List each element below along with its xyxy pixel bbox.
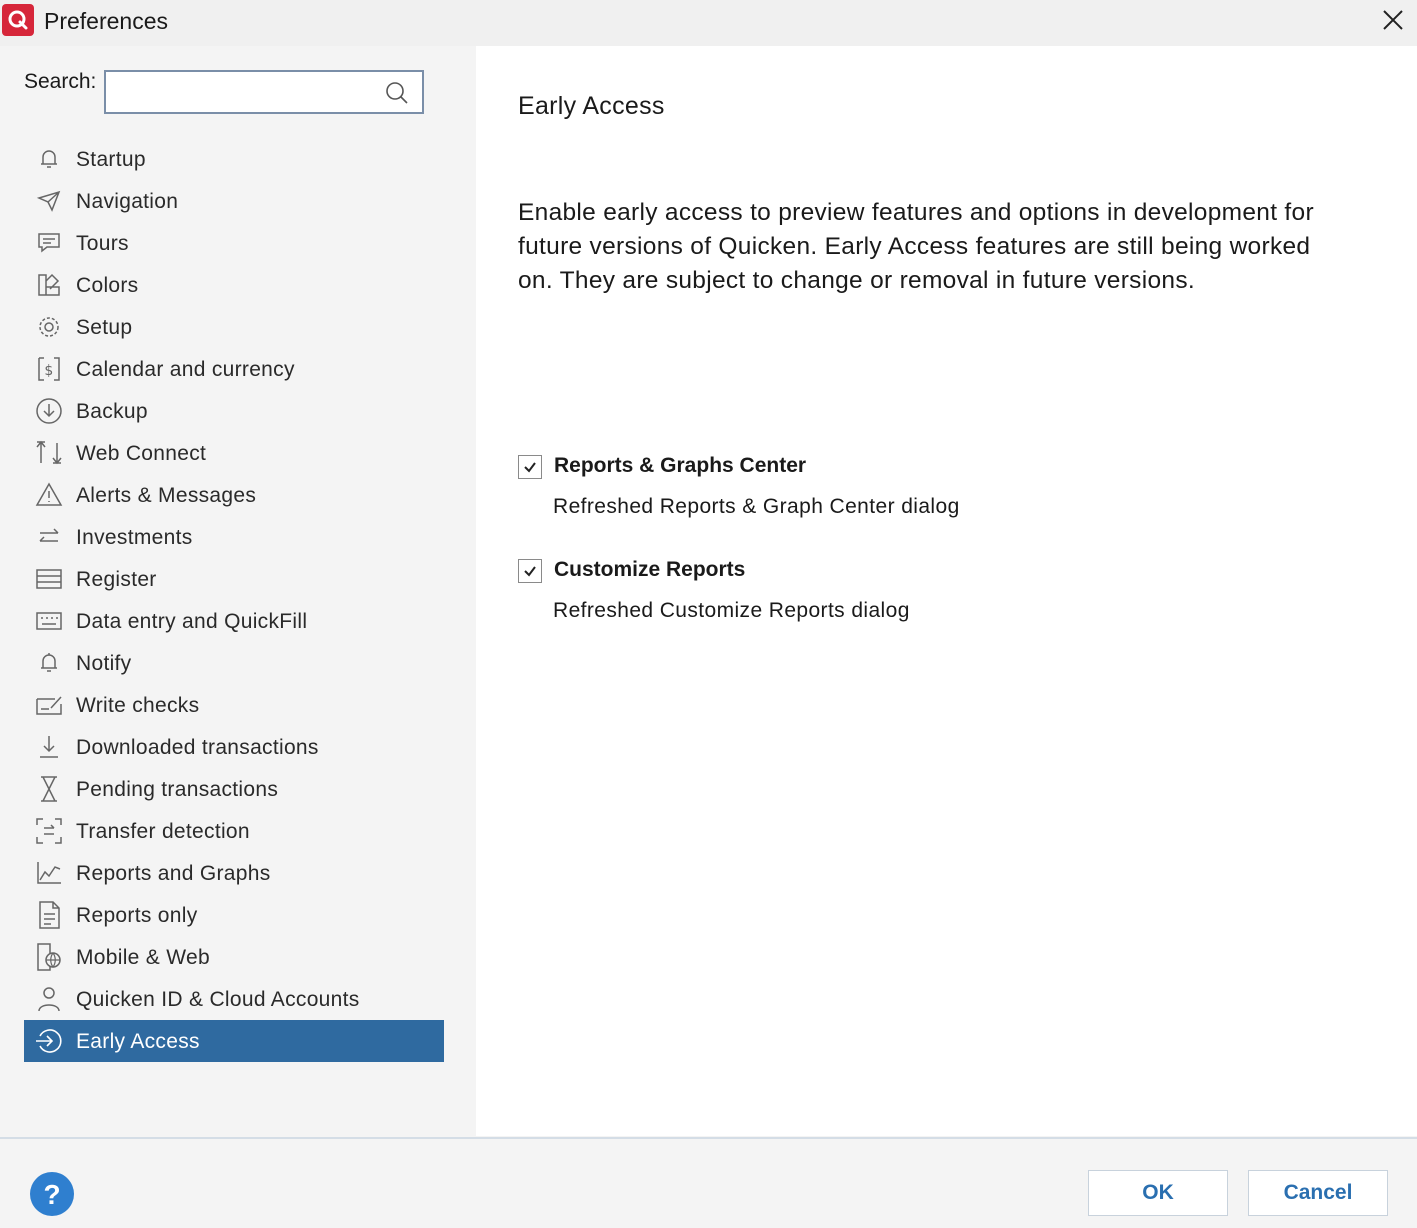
sidebar-item-quicken-id[interactable]: Quicken ID & Cloud Accounts [24,978,444,1020]
sidebar-item-label: Transfer detection [76,820,250,843]
keyboard-icon [34,607,64,635]
download-icon [34,733,64,761]
sidebar-item-mobile-web[interactable]: Mobile & Web [24,936,444,978]
mobile-icon [34,943,64,971]
sidebar-item-pending-transactions[interactable]: Pending transactions [24,768,444,810]
close-icon [1383,10,1403,30]
sidebar-item-label: Pending transactions [76,778,279,801]
calendar-dollar-icon: $ [34,355,64,383]
transfer-icon [34,817,64,845]
sidebar-item-reports-only[interactable]: Reports only [24,894,444,936]
title-bar: Preferences [0,0,1417,46]
svg-text:$: $ [44,363,53,379]
sidebar-item-colors[interactable]: Colors [24,264,444,306]
sidebar-item-transfer-detection[interactable]: Transfer detection [24,810,444,852]
backup-icon [34,397,64,425]
help-icon: ? [43,1179,60,1209]
register-icon [34,565,64,593]
sidebar-item-write-checks[interactable]: Write checks [24,684,444,726]
user-icon [34,985,64,1013]
sidebar-item-navigation[interactable]: Navigation [24,180,444,222]
bell-icon [34,145,64,173]
sidebar-item-label: Reports only [76,904,198,927]
help-button[interactable]: ? [30,1172,74,1216]
checkmark-icon [524,566,536,577]
feature-description: Refreshed Reports & Graph Center dialog [553,495,960,518]
checkmark-icon [524,462,536,473]
sidebar-item-label: Early Access [76,1030,200,1053]
notify-bell-icon [34,649,64,677]
sidebar-item-label: Alerts & Messages [76,484,257,507]
reports-graphs-center-checkbox[interactable] [518,455,542,479]
window-title: Preferences [44,8,169,34]
early-access-icon [34,1027,64,1055]
page-title: Early Access [518,92,665,120]
updown-arrows-icon [34,439,64,467]
sidebar-item-label: Downloaded transactions [76,736,319,759]
navigation-icon [34,187,64,215]
quicken-logo-icon [2,4,34,36]
sidebar-item-label: Backup [76,400,148,423]
feature-title: Reports & Graphs Center [554,454,807,477]
sidebar-item-label: Write checks [76,694,200,717]
sidebar: Search: Startup Navigation Tours Colors [0,46,476,1136]
svg-text:?: ? [43,1179,60,1209]
gear-icon [34,313,64,341]
sidebar-item-calendar-currency[interactable]: $ Calendar and currency [24,348,444,390]
sidebar-item-setup[interactable]: Setup [24,306,444,348]
sidebar-item-label: Mobile & Web [76,946,210,969]
swap-arrows-icon [34,523,64,551]
sidebar-item-label: Quicken ID & Cloud Accounts [76,988,360,1011]
search-label: Search: [24,70,97,93]
feature-description: Refreshed Customize Reports dialog [553,599,910,622]
sidebar-item-label: Reports and Graphs [76,862,271,885]
sidebar-item-label: Web Connect [76,442,207,465]
search-input[interactable] [110,76,380,108]
document-icon [34,901,64,929]
sidebar-item-label: Setup [76,316,133,339]
sidebar-item-label: Navigation [76,190,179,213]
search-row: Search: [24,70,424,114]
sidebar-item-tours[interactable]: Tours [24,222,444,264]
sidebar-item-label: Tours [76,232,129,255]
sidebar-item-web-connect[interactable]: Web Connect [24,432,444,474]
sidebar-item-data-entry[interactable]: Data entry and QuickFill [24,600,444,642]
chart-icon [34,859,64,887]
content-panel: Early Access Enable early access to prev… [476,46,1417,1136]
sidebar-item-label: Notify [76,652,132,675]
sidebar-item-label: Colors [76,274,139,297]
warning-icon [34,481,64,509]
sidebar-item-label: Calendar and currency [76,358,295,381]
customize-reports-checkbox[interactable] [518,559,542,583]
sidebar-item-register[interactable]: Register [24,558,444,600]
footer: ? OK Cancel [0,1139,1417,1228]
check-icon [34,691,64,719]
hourglass-icon [34,775,64,803]
sidebar-item-notify[interactable]: Notify [24,642,444,684]
sidebar-item-label: Register [76,568,157,591]
sidebar-item-reports-graphs[interactable]: Reports and Graphs [24,852,444,894]
sidebar-item-investments[interactable]: Investments [24,516,444,558]
sidebar-item-label: Startup [76,148,146,171]
search-icon[interactable] [384,80,410,106]
ok-button[interactable]: OK [1088,1170,1228,1216]
sidebar-item-startup[interactable]: Startup [24,138,444,180]
sidebar-nav: Startup Navigation Tours Colors Setup $ … [24,138,444,1062]
sidebar-item-early-access[interactable]: Early Access [24,1020,444,1062]
feature-title: Customize Reports [554,558,746,581]
sidebar-item-label: Investments [76,526,193,549]
page-description: Enable early access to preview features … [518,199,1314,294]
sidebar-item-backup[interactable]: Backup [24,390,444,432]
search-box[interactable] [104,70,424,114]
chat-icon [34,229,64,257]
sidebar-item-alerts-messages[interactable]: Alerts & Messages [24,474,444,516]
sidebar-item-downloaded-transactions[interactable]: Downloaded transactions [24,726,444,768]
cancel-button[interactable]: Cancel [1248,1170,1388,1216]
sidebar-item-label: Data entry and QuickFill [76,610,308,633]
close-button[interactable] [1377,4,1409,36]
palette-icon [34,271,64,299]
